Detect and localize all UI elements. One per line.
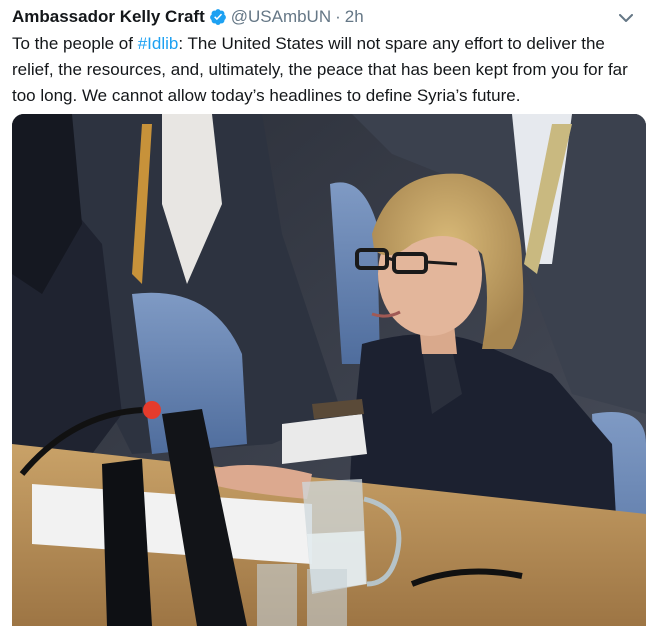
tweet-text-prefix: To the people of xyxy=(12,34,138,53)
tweet-header: Ambassador Kelly Craft @USAmbUN · 2h xyxy=(12,6,637,28)
verified-badge-icon xyxy=(209,8,227,26)
tweet-timestamp[interactable]: 2h xyxy=(345,6,364,28)
author-name[interactable]: Ambassador Kelly Craft xyxy=(12,6,205,28)
photo-illustration xyxy=(12,114,646,626)
tweet-card: Ambassador Kelly Craft @USAmbUN · 2h To … xyxy=(0,0,649,626)
hashtag-link[interactable]: #Idlib xyxy=(138,34,179,53)
author-handle[interactable]: @USAmbUN xyxy=(231,6,331,28)
tweet-photo[interactable] xyxy=(12,114,646,626)
chevron-down-icon[interactable] xyxy=(617,9,635,27)
separator-dot: · xyxy=(335,7,341,26)
tweet-text: To the people of #Idlib: The United Stat… xyxy=(12,31,637,109)
